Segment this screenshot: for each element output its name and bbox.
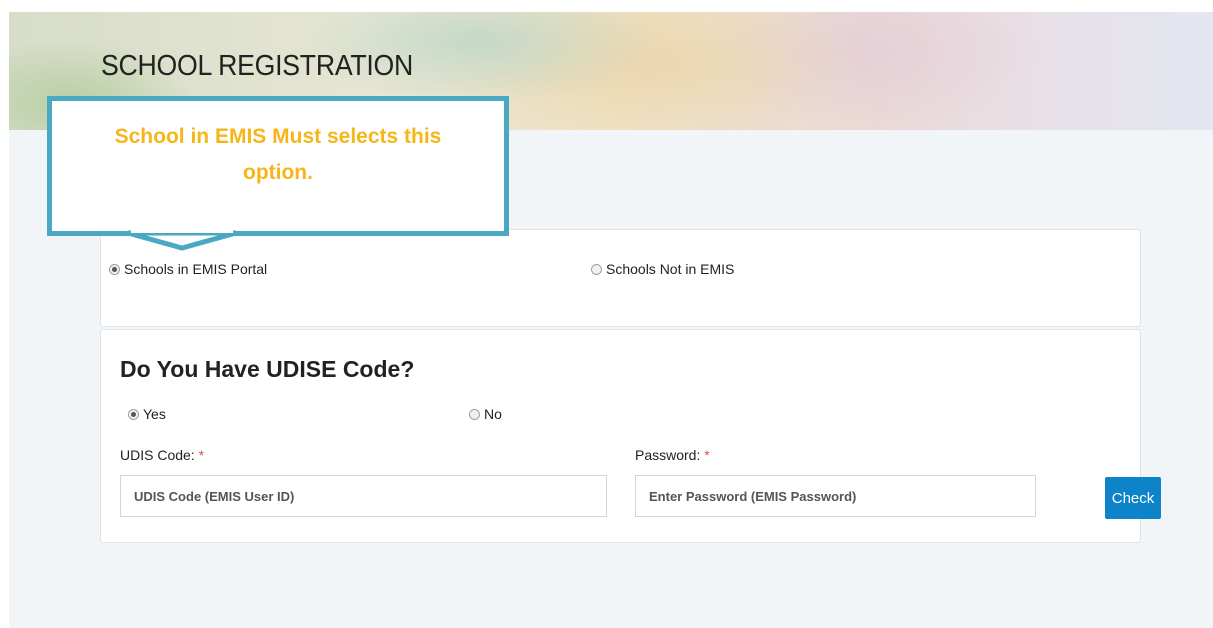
radio-schools-in-emis[interactable]: Schools in EMIS Portal — [109, 261, 267, 277]
instruction-callout: School in EMIS Must selects this option. — [47, 96, 509, 236]
radio-button-unchecked[interactable] — [591, 263, 602, 275]
radio-label-schools-not-in-emis: Schools Not in EMIS — [606, 261, 735, 277]
page-title: SCHOOL REGISTRATION — [101, 50, 413, 82]
radio-label-no: No — [484, 406, 502, 422]
required-mark: * — [198, 447, 205, 463]
callout-text: School in EMIS Must selects this option. — [114, 125, 442, 184]
password-input[interactable] — [635, 475, 1036, 517]
radio-button-checked[interactable] — [109, 263, 120, 275]
udise-panel: Do You Have UDISE Code? Yes No UDIS Code… — [100, 329, 1161, 543]
radio-udise-yes[interactable]: Yes — [128, 406, 166, 422]
udis-code-input[interactable] — [120, 475, 607, 517]
radio-label-schools-in-emis: Schools in EMIS Portal — [124, 261, 268, 277]
radio-button-checked[interactable] — [128, 408, 139, 420]
password-label: Password: * — [635, 447, 710, 463]
school-type-panel: Schools in EMIS Portal Schools Not in EM… — [100, 229, 1141, 327]
udis-code-label: UDIS Code: * — [120, 447, 205, 463]
radio-schools-not-in-emis[interactable]: Schools Not in EMIS — [591, 261, 734, 277]
check-button[interactable]: Check — [1105, 477, 1161, 519]
radio-label-yes: Yes — [143, 406, 166, 422]
udise-question: Do You Have UDISE Code? — [120, 356, 415, 382]
radio-udise-no[interactable]: No — [469, 406, 502, 422]
radio-button-unchecked[interactable] — [469, 408, 480, 420]
required-mark: * — [704, 447, 710, 463]
